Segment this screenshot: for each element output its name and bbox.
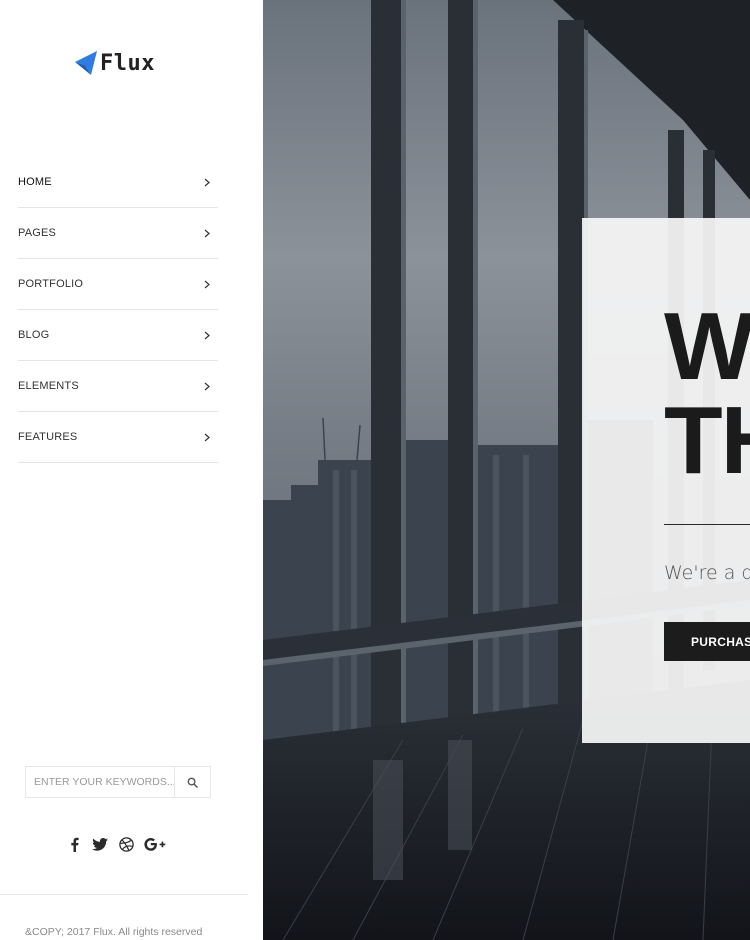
chevron-right-icon — [202, 228, 212, 238]
nav-item-label: ELEMENTS — [18, 380, 79, 392]
purchase-button[interactable]: PURCHAS — [664, 622, 750, 661]
chevron-right-icon — [202, 432, 212, 442]
nav-item-label: PORTFOLIO — [18, 278, 84, 290]
nav-item-blog[interactable]: BLOG — [18, 310, 218, 361]
search-input[interactable] — [26, 767, 174, 797]
nav-item-label: FEATURES — [18, 431, 78, 443]
hero-section: W TH We're a de PURCHAS — [263, 0, 750, 940]
hero-divider — [664, 524, 750, 525]
search-form — [25, 766, 211, 798]
hero-card: W TH We're a de PURCHAS — [582, 218, 750, 743]
nav-item-pages[interactable]: PAGES — [18, 208, 218, 259]
dribbble-icon[interactable] — [118, 836, 134, 852]
chevron-right-icon — [202, 330, 212, 340]
nav-item-label: BLOG — [18, 329, 50, 341]
logo-text: Flux — [100, 50, 155, 76]
nav-item-label: PAGES — [18, 227, 57, 239]
copyright-text: &COPY; 2017 Flux. All rights reserved — [25, 926, 203, 938]
nav-item-features[interactable]: FEATURES — [18, 412, 218, 463]
footer-divider — [0, 894, 248, 895]
twitter-icon[interactable] — [92, 836, 108, 852]
nav-item-label: HOME — [18, 176, 52, 188]
google-plus-icon[interactable] — [144, 836, 166, 852]
hero-subtitle: We're a de — [664, 562, 750, 584]
chevron-right-icon — [202, 381, 212, 391]
hero-title: W TH — [664, 293, 750, 494]
logo-arrow-icon — [75, 51, 97, 75]
nav-item-elements[interactable]: ELEMENTS — [18, 361, 218, 412]
search-icon — [187, 777, 198, 788]
nav-item-home[interactable]: HOME — [18, 157, 218, 208]
search-button[interactable] — [174, 767, 210, 797]
sidebar: Flux HOME PAGES PORTFOLIO BLOG ELEMENTS … — [0, 0, 263, 940]
main-nav: HOME PAGES PORTFOLIO BLOG ELEMENTS FEATU… — [18, 157, 218, 463]
social-links — [66, 836, 176, 852]
chevron-right-icon — [202, 279, 212, 289]
chevron-right-icon — [202, 177, 212, 187]
logo[interactable]: Flux — [74, 50, 155, 76]
nav-item-portfolio[interactable]: PORTFOLIO — [18, 259, 218, 310]
facebook-icon[interactable] — [66, 836, 82, 852]
